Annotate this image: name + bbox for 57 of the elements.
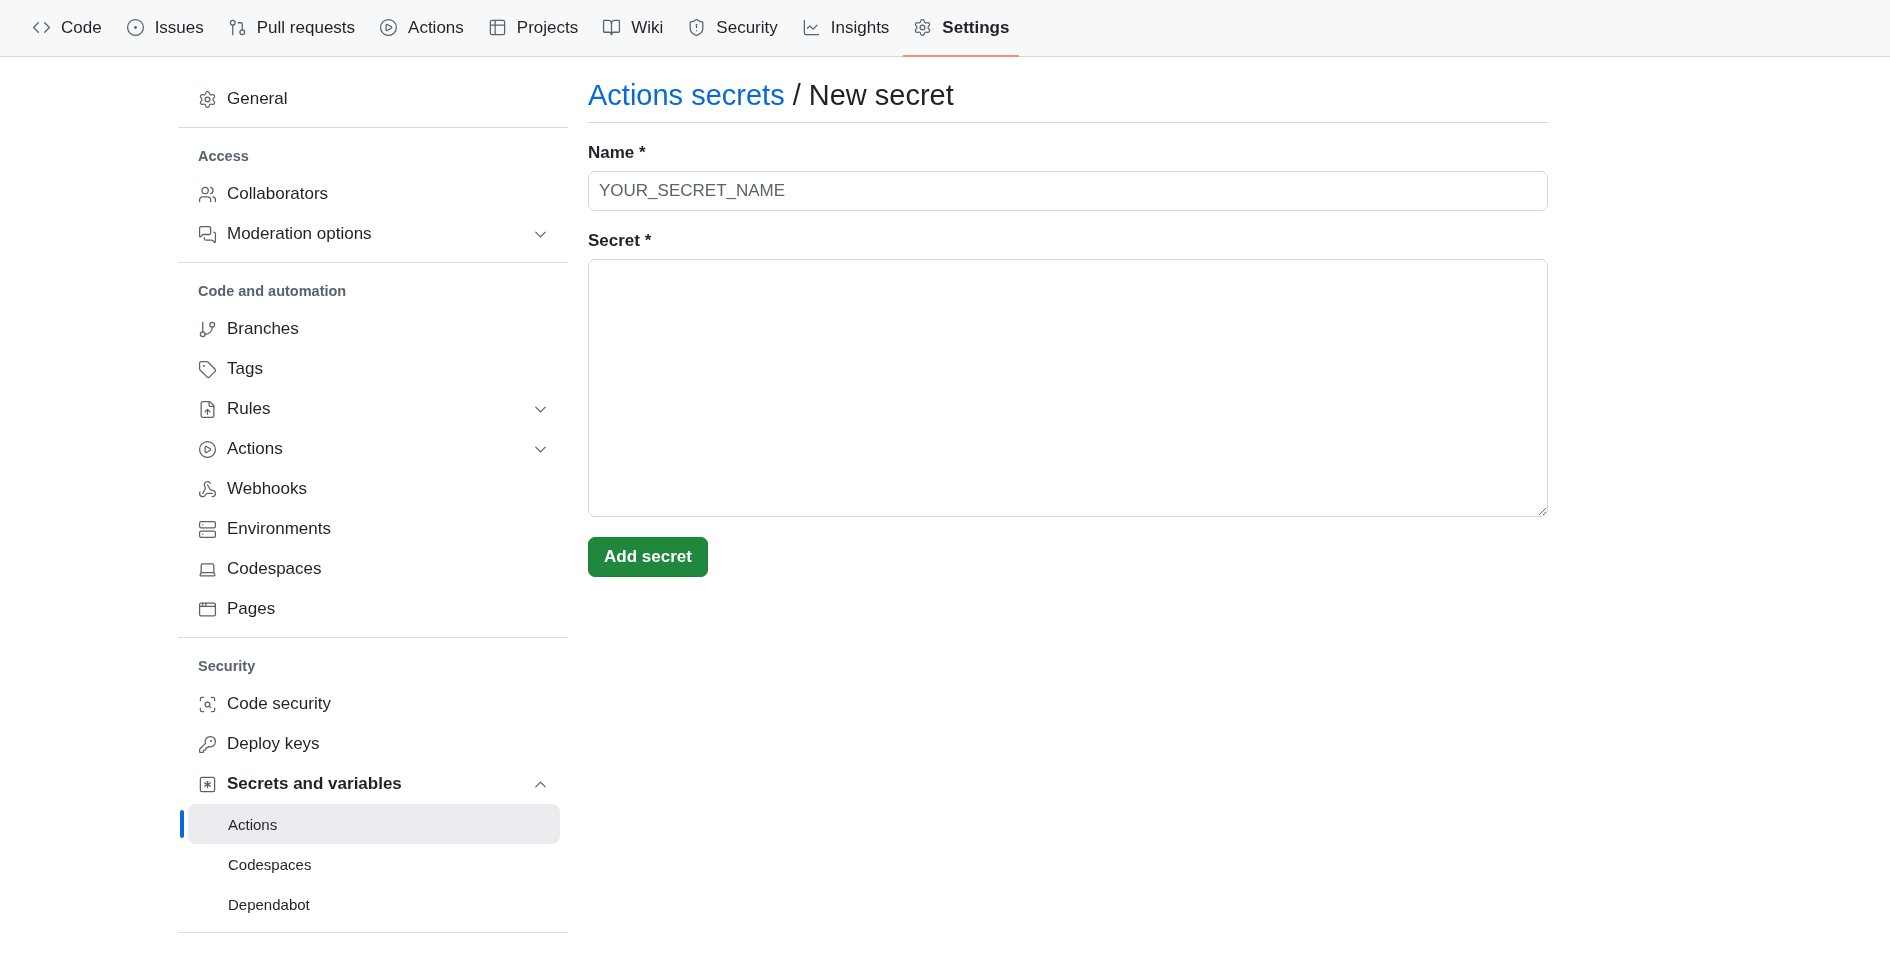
submit-button[interactable]: Add secret [588,537,708,577]
sidebar-item[interactable]: Code security [188,684,560,724]
code-scan-icon [198,694,217,714]
circle-dot-icon [125,18,145,37]
nav-tab[interactable]: Settings [903,0,1020,57]
sidebar-item[interactable]: Actions [188,429,560,469]
tag-icon [198,359,217,379]
input-field[interactable]: YOUR_SECRET_NAME [588,171,1548,211]
field-label: Secret * [588,231,653,251]
breadcrumb-separator: / [792,79,801,112]
server-icon [198,519,217,539]
sidebar-subitem[interactable]: Dependabot [188,884,560,924]
sidebar-item[interactable]: General [188,79,560,119]
nav-tab[interactable]: Projects [477,0,589,57]
section-heading: Code and automation [197,282,348,301]
nav-tab[interactable]: Insights [791,0,900,57]
book-icon [602,18,622,37]
sidebar-item[interactable]: Webhooks [188,469,560,509]
nav-tab[interactable]: Actions [369,0,474,57]
settings-icon [913,18,933,37]
text-area[interactable] [588,259,1548,517]
branch-icon [198,319,217,339]
key-icon [198,734,217,754]
sidebar-item[interactable]: Branches [188,309,560,349]
nav-tab[interactable]: Pull requests [217,0,366,57]
sidebar-item[interactable]: Tags [188,349,560,389]
sidebar-item[interactable]: Moderation options [188,214,560,254]
sidebar-item[interactable]: Collaborators [188,174,560,214]
field-label: Name * [588,143,647,163]
webhook-icon [198,479,217,499]
sidebar-item[interactable]: Pages [188,589,560,629]
sidebar-item[interactable]: Secrets and variables [188,764,560,804]
breadcrumb-link[interactable]: Actions secrets [588,79,785,112]
speech-bubbles-icon [198,224,217,244]
nav-tab[interactable]: Security [677,0,788,57]
sidebar-item[interactable]: Codespaces [188,549,560,589]
play-circle-icon [198,439,217,459]
nav-tab[interactable]: Wiki [592,0,674,57]
sidebar-item[interactable]: Deploy keys [188,724,560,764]
sidebar-item[interactable]: Environments [188,509,560,549]
people-icon [198,184,217,204]
page-title: New secret [808,79,954,112]
sidebar-subitem[interactable]: Actions [188,804,560,844]
sidebar-subitem[interactable]: Codespaces [188,844,560,884]
pull-request-icon [227,18,247,37]
table-icon [487,18,507,37]
sidebar-item[interactable]: Rules [188,389,560,429]
asterisk-square-icon [198,774,217,794]
nav-tab[interactable]: Code [22,0,112,57]
selection-indicator [180,810,184,838]
section-heading: Access [197,147,250,166]
file-arrow-icon [198,399,217,419]
section-heading: Security [197,657,257,676]
line-graph-icon [801,18,821,37]
settings-icon [198,89,217,109]
nav-tab[interactable]: Issues [115,0,214,57]
play-circle-icon [379,18,399,37]
